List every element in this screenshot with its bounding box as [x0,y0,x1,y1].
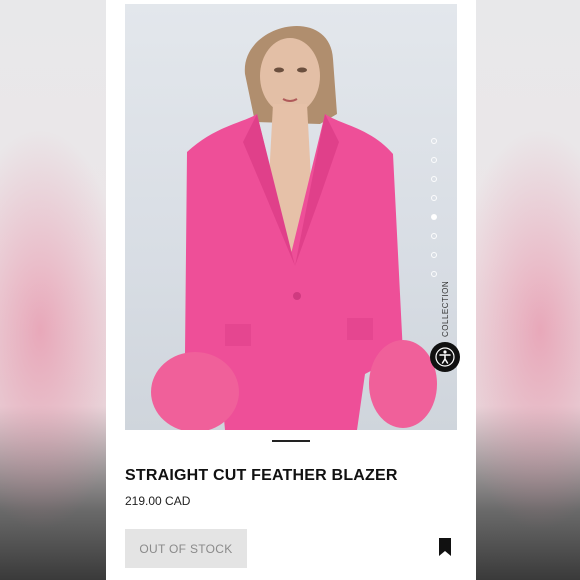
gallery-dot[interactable] [431,271,437,277]
gallery-dot[interactable] [431,138,437,144]
product-price: 219.00 CAD [125,494,191,508]
gallery-dot[interactable] [431,157,437,163]
gallery-dots [431,138,439,290]
product-card: COLLECTION STRAIGHT CUT FEATHER BLAZER 2… [106,0,476,580]
gallery-dot[interactable] [431,233,437,239]
gallery-dot[interactable] [431,195,437,201]
collection-label: COLLECTION [441,280,450,337]
gallery-dot[interactable] [431,176,437,182]
gallery-dot[interactable] [431,252,437,258]
product-image[interactable]: COLLECTION [125,4,457,430]
gallery-dot-active[interactable] [431,214,437,220]
product-title: STRAIGHT CUT FEATHER BLAZER [125,467,398,484]
bookmark-icon[interactable] [438,538,452,556]
accessibility-button[interactable] [430,342,460,372]
image-carousel-indicator [272,440,310,442]
model-wearing-blazer-illustration [151,26,437,430]
accessibility-icon [435,347,455,367]
out-of-stock-button[interactable]: OUT OF STOCK [125,529,247,568]
